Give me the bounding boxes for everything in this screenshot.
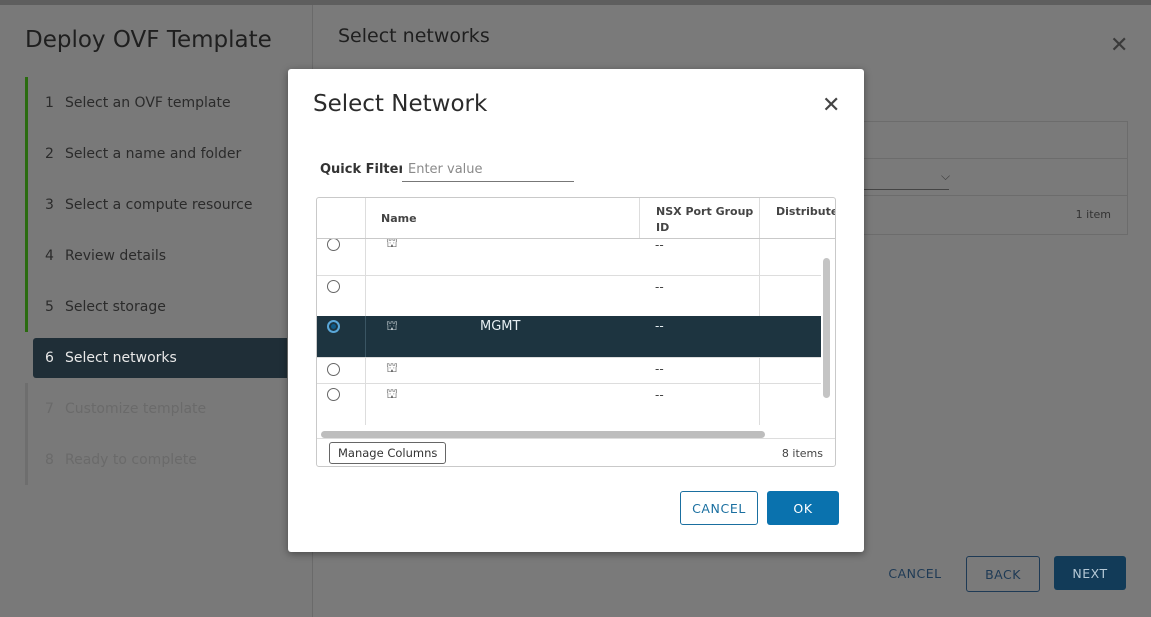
wizard-step-panel: Deploy OVF Template 1 Select an OVF templ… <box>0 5 313 617</box>
nsx-port-group-id: -- <box>655 280 664 294</box>
nsx-port-group-id: -- <box>655 319 664 333</box>
nsx-port-group-id: -- <box>655 239 664 252</box>
network-icon: ⛫ <box>386 319 398 334</box>
network-icon: ⛫ <box>386 239 398 251</box>
close-icon[interactable]: ✕ <box>822 93 840 118</box>
select-column-header <box>317 198 366 238</box>
horizontal-scrollbar[interactable] <box>321 431 765 438</box>
network-mapping-table: ⌵ 1 item <box>850 121 1128 235</box>
row-radio[interactable] <box>327 280 340 293</box>
step-1[interactable]: 1 Select an OVF template <box>25 77 287 128</box>
close-icon[interactable]: ✕ <box>1110 33 1128 58</box>
row-radio[interactable] <box>327 320 340 333</box>
grid-body: ⛫ -- -- ⛫ MGMT -- ⛫ -- ⛫ -- <box>317 239 821 425</box>
dialog-title: Select Network <box>313 91 488 117</box>
row-radio[interactable] <box>327 239 340 251</box>
step-label: Select storage <box>65 298 166 315</box>
step-label: Ready to complete <box>65 451 197 468</box>
destination-network-select[interactable]: ⌵ <box>861 165 951 190</box>
grid-header: Name NSX Port Group ID Distributed Switc… <box>317 198 835 239</box>
nsx-port-group-id: -- <box>655 362 664 376</box>
step-label: Review details <box>65 247 167 264</box>
wizard-steps: 1 Select an OVF template 2 Select a name a… <box>25 77 287 485</box>
page-title: Select networks <box>338 25 490 47</box>
network-name: MGMT <box>480 319 521 334</box>
step-label: Select networks <box>65 350 177 366</box>
table-row[interactable]: ⛫ -- <box>317 357 821 384</box>
table-row: ⌵ <box>851 159 1127 196</box>
step-label: Select an OVF template <box>65 94 231 111</box>
item-count: 1 item <box>1075 208 1111 221</box>
item-count: 8 items <box>781 447 823 460</box>
network-grid: Name NSX Port Group ID Distributed Switc… <box>316 197 836 467</box>
quick-filter-input[interactable] <box>402 158 574 182</box>
step-5[interactable]: 5 Select storage <box>25 281 287 332</box>
vertical-scrollbar[interactable] <box>823 258 830 398</box>
cancel-button[interactable]: CANCEL <box>680 491 758 525</box>
back-button[interactable]: BACK <box>966 556 1040 592</box>
step-6[interactable]: 6 Select networks <box>33 338 287 378</box>
quick-filter-label: Quick Filter <box>320 162 405 177</box>
manage-columns-button[interactable]: Manage Columns <box>329 442 447 464</box>
step-label: Select a name and folder <box>65 145 242 162</box>
ok-button[interactable]: OK <box>767 491 839 525</box>
step-label: Customize template <box>65 400 207 417</box>
network-icon: ⛫ <box>386 387 398 402</box>
column-header-distributed-switch[interactable]: Distributed Switch <box>759 198 835 238</box>
wizard-cancel-button[interactable]: CANCEL <box>878 556 952 590</box>
next-button[interactable]: NEXT <box>1054 556 1126 590</box>
column-header-name[interactable]: Name <box>381 212 417 225</box>
table-header <box>851 122 1127 159</box>
step-label: Select a compute resource <box>65 196 253 213</box>
column-header-nsx[interactable]: NSX Port Group ID <box>639 198 759 238</box>
step-7: 7 Customize template <box>25 383 287 434</box>
select-network-dialog: Select Network ✕ Quick Filter Name NSX P… <box>288 69 864 552</box>
step-2[interactable]: 2 Select a name and folder <box>25 128 287 179</box>
table-row[interactable]: -- <box>317 275 821 317</box>
row-radio[interactable] <box>327 363 340 376</box>
grid-footer: Manage Columns 8 items <box>317 438 835 466</box>
step-8: 8 Ready to complete <box>25 434 287 485</box>
step-4[interactable]: 4 Review details <box>25 230 287 281</box>
table-row[interactable]: ⛫ MGMT -- <box>317 316 821 358</box>
nsx-port-group-id: -- <box>655 388 664 402</box>
chevron-down-icon: ⌵ <box>941 169 951 183</box>
network-icon: ⛫ <box>386 361 398 376</box>
step-3[interactable]: 3 Select a compute resource <box>25 179 287 230</box>
wizard-title: Deploy OVF Template <box>25 27 272 53</box>
row-radio[interactable] <box>327 388 340 401</box>
table-row[interactable]: ⛫ -- <box>317 239 821 276</box>
table-row[interactable]: ⛫ -- <box>317 383 821 425</box>
